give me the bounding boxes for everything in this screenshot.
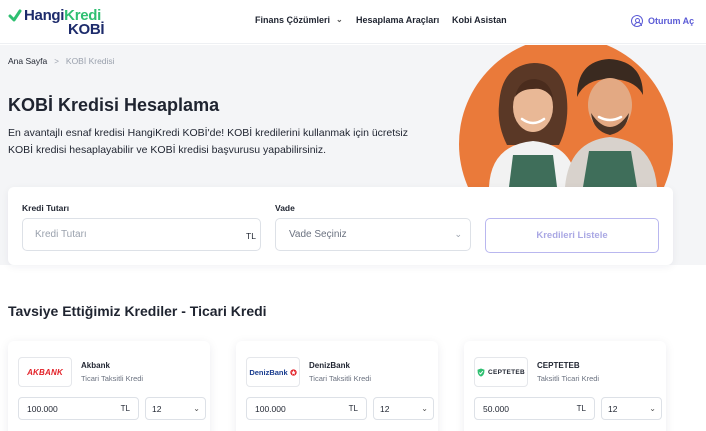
bank-name: CEPTETEB — [537, 361, 580, 370]
amount-label: Kredi Tutarı — [22, 203, 70, 213]
loan-amount-value: 100.000 — [255, 403, 286, 414]
loan-term-value: 12 — [608, 403, 618, 414]
logo-mark-icon — [8, 9, 22, 22]
loan-amount-field[interactable]: 100.000 TL — [18, 397, 139, 420]
hangikredi-kobi-logo[interactable]: HangiKredi KOBİ — [8, 7, 112, 38]
chevron-down-icon: ⌄ — [336, 15, 343, 24]
breadcrumb-current: KOBİ Kredisi — [65, 56, 115, 66]
loan-term-select[interactable]: 12 ⌄ — [145, 397, 206, 420]
denizbank-logo: DenizBank — [249, 368, 297, 377]
login-button[interactable]: Oturum Aç — [631, 13, 694, 29]
list-loans-button[interactable]: Kredileri Listele — [485, 218, 659, 253]
loan-amount-value: 50.000 — [483, 403, 509, 414]
currency-suffix: TL — [576, 404, 586, 413]
login-label: Oturum Aç — [648, 16, 695, 26]
recommended-loans-title: Tavsiye Ettiğimiz Krediler - Ticari Kred… — [8, 303, 267, 319]
loan-product: Ticari Taksitli Kredi — [81, 374, 144, 383]
loan-card[interactable]: DenizBank DenizBank Ticari Taksitli Kred… — [236, 341, 438, 431]
currency-suffix: TL — [120, 404, 130, 413]
loan-term-select[interactable]: 12 ⌄ — [373, 397, 434, 420]
denizbank-star-icon — [290, 368, 297, 376]
loan-term-select[interactable]: 12 ⌄ — [601, 397, 662, 420]
bank-logo: AKBANK — [18, 357, 72, 387]
bank-name: DenizBank — [309, 361, 350, 370]
chevron-down-icon: ⌄ — [193, 404, 200, 413]
nav-kobi-asistan[interactable]: Kobi Asistan — [452, 15, 507, 25]
term-select[interactable]: Vade Seçiniz ⌄ — [275, 218, 471, 251]
nav-finans-cozumleri[interactable]: Finans Çözümleri ⌄ — [255, 15, 343, 25]
chevron-right-icon: > — [54, 56, 59, 66]
chevron-down-icon: ⌄ — [454, 229, 462, 239]
breadcrumb: Ana Sayfa > KOBİ Kredisi — [8, 56, 115, 66]
term-label: Vade — [275, 203, 295, 213]
chevron-down-icon: ⌄ — [421, 404, 428, 413]
bank-logo: DenizBank — [246, 357, 300, 387]
loan-search-card: Kredi Tutarı TL Vade Vade Seçiniz ⌄ Kred… — [8, 187, 673, 265]
business-owners-image — [489, 59, 657, 187]
cepteteb-logo: CEPTETEB — [477, 368, 525, 377]
cepteteb-shield-icon — [477, 368, 485, 377]
currency-suffix: TL — [348, 404, 358, 413]
hero-description: En avantajlı esnaf kredisi HangiKredi KO… — [8, 127, 409, 156]
loan-card[interactable]: AKBANK Akbank Ticari Taksitli Kredi 100.… — [8, 341, 210, 431]
site-header: HangiKredi KOBİ Finans Çözümleri ⌄ Hesapl… — [0, 0, 706, 44]
loan-term-value: 12 — [152, 403, 162, 414]
loan-amount-field[interactable]: 50.000 TL — [474, 397, 595, 420]
hero-illustration — [459, 45, 673, 187]
loan-amount-field[interactable]: 100.000 TL — [246, 397, 367, 420]
chevron-down-icon: ⌄ — [649, 404, 656, 413]
akbank-logo: AKBANK — [27, 367, 63, 377]
logo-kobi-text: KOBİ — [68, 21, 105, 38]
currency-suffix: TL — [246, 231, 256, 241]
nav-hesaplama-araclari[interactable]: Hesaplama Araçları — [356, 15, 439, 25]
bank-name: Akbank — [81, 361, 110, 370]
breadcrumb-home-link[interactable]: Ana Sayfa — [8, 56, 47, 66]
bank-logo: CEPTETEB — [474, 357, 528, 387]
loan-card[interactable]: CEPTETEB CEPTETEB Taksitli Ticari Kredi … — [464, 341, 666, 431]
loan-product: Taksitli Ticari Kredi — [537, 374, 600, 383]
loan-amount-value: 100.000 — [27, 403, 58, 414]
term-select-value: Vade Seçiniz — [289, 229, 347, 240]
loan-term-value: 12 — [380, 403, 390, 414]
loan-amount-input[interactable] — [22, 218, 261, 251]
user-circle-icon — [631, 15, 643, 27]
page-title: KOBİ Kredisi Hesaplama — [8, 95, 220, 115]
loan-product: Ticari Taksitli Kredi — [309, 374, 372, 383]
